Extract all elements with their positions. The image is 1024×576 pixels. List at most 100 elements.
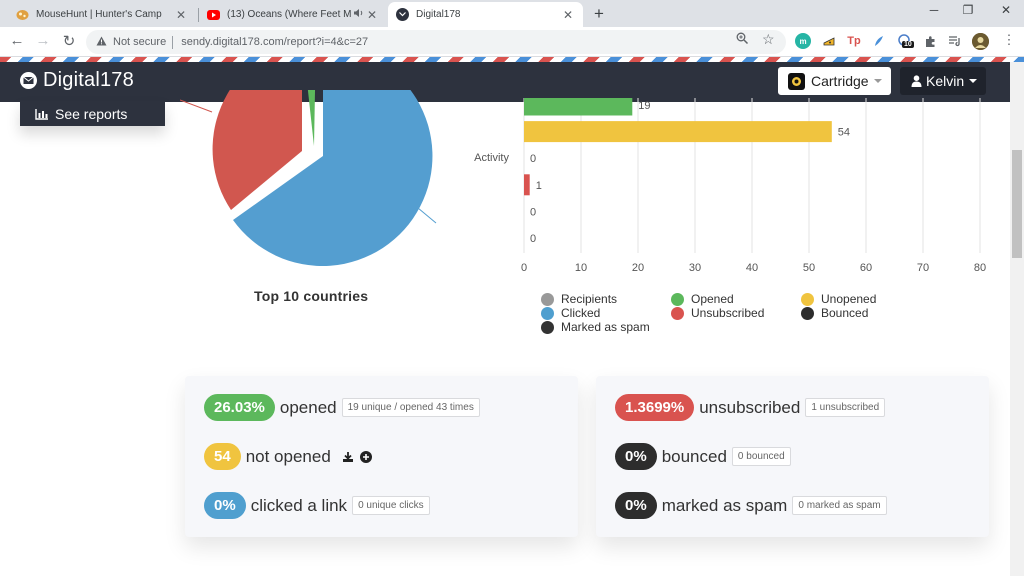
x-tick-label: 40 <box>746 262 758 274</box>
spam-rate-badge[interactable]: 0% <box>615 492 657 519</box>
back-icon[interactable]: ← <box>8 32 26 49</box>
legend-label: Unopened <box>821 292 877 306</box>
brand-switcher-label: Cartridge <box>811 73 869 89</box>
close-tab-icon[interactable]: ✕ <box>174 8 188 22</box>
x-tick-label: 60 <box>860 262 872 274</box>
bookmark-star-icon[interactable]: ☆ <box>762 31 775 48</box>
divider <box>172 35 174 49</box>
address-bar[interactable]: Not secure sendy.digital178.com/report?i… <box>86 30 786 54</box>
user-menu-button[interactable]: Kelvin <box>900 67 986 95</box>
sendy-icon <box>396 8 409 21</box>
mousehunt-icon <box>16 8 29 21</box>
legend-dot <box>801 292 814 306</box>
legend-label: Unsubscribed <box>691 306 765 320</box>
x-tick-label: 50 <box>803 262 815 274</box>
clicked-label: clicked a link <box>250 495 348 515</box>
extension-badge-icon[interactable]: 10 <box>896 33 914 49</box>
bounced-rate-badge[interactable]: 0% <box>615 443 657 470</box>
close-tab-icon[interactable]: ✕ <box>365 8 379 22</box>
sendy-logo-icon <box>20 72 37 89</box>
legend-label: Opened <box>691 292 734 306</box>
chart-x-ticks: 0 10 20 30 40 50 60 70 80 <box>521 262 986 274</box>
legend-dot <box>541 320 554 334</box>
legend-recipients[interactable]: Recipients <box>541 292 617 306</box>
pie-leader-line <box>180 99 213 113</box>
opened-stat: 26.03% opened 19 unique / opened 43 time… <box>204 394 480 421</box>
opened-rate-badge[interactable]: 26.03% <box>204 394 275 421</box>
chevron-down-icon <box>969 79 978 83</box>
x-tick-label: 0 <box>521 262 527 274</box>
extension-m-icon[interactable]: m <box>795 33 811 49</box>
bar-value-label: 19 <box>638 100 650 112</box>
bounced-label: bounced <box>661 446 727 466</box>
spam-stat: 0% marked as spam 0 marked as spam <box>615 492 887 519</box>
browser-menu-icon[interactable]: ⋮ <box>1000 32 1018 48</box>
add-circle-icon[interactable] <box>359 450 372 463</box>
youtube-icon <box>207 8 220 21</box>
extension-cheese-icon[interactable] <box>821 33 837 49</box>
media-control-icon[interactable] <box>947 33 963 49</box>
bar-unsubscribed[interactable] <box>524 174 530 196</box>
close-window-icon[interactable]: ✕ <box>996 3 1016 17</box>
scrollbar-thumb[interactable] <box>1012 150 1022 258</box>
profile-avatar[interactable] <box>972 33 989 50</box>
legend-opened[interactable]: Opened <box>671 292 734 306</box>
speaker-icon[interactable] <box>351 8 365 21</box>
tab-title: (13) Oceans (Where Feet Ma <box>227 9 351 20</box>
clicked-rate-badge[interactable]: 0% <box>204 492 246 519</box>
reload-icon[interactable]: ↻ <box>60 32 78 50</box>
browser-tab-strip: MouseHunt | Hunter's Camp ✕ (13) Oceans … <box>0 0 1024 27</box>
see-reports-label: See reports <box>55 105 128 122</box>
bar-value-label: 54 <box>838 127 850 139</box>
legend-clicked[interactable]: Clicked <box>541 306 600 320</box>
minimize-icon[interactable]: ─ <box>924 3 944 17</box>
bar-opened[interactable] <box>524 98 633 116</box>
chart-bars: 19 54 0 1 0 0 <box>524 98 850 245</box>
security-label: Not secure <box>113 36 167 48</box>
page-scrollbar[interactable] <box>1010 62 1024 576</box>
engagement-stats-card: 26.03% opened 19 unique / opened 43 time… <box>185 376 578 537</box>
legend-dot <box>671 292 684 306</box>
spam-label: marked as spam <box>661 495 788 515</box>
brand-switcher-button[interactable]: Cartridge <box>778 67 891 95</box>
brand-link[interactable]: Digital178 <box>20 69 134 92</box>
legend-unsubscribed[interactable]: Unsubscribed <box>671 306 764 320</box>
see-reports-button[interactable]: See reports <box>20 101 165 126</box>
tab-digital178[interactable]: Digital178 ✕ <box>388 2 583 27</box>
user-icon <box>911 75 922 87</box>
screen: MouseHunt | Hunter's Camp ✕ (13) Oceans … <box>0 0 1024 576</box>
brand-name: Digital178 <box>43 69 134 91</box>
new-tab-icon[interactable]: + <box>590 4 608 24</box>
download-icon[interactable] <box>342 451 354 463</box>
unsubscribed-label: unsubscribed <box>699 397 801 417</box>
clicked-stat: 0% clicked a link 0 unique clicks <box>204 492 430 519</box>
cartridge-logo-icon <box>788 72 805 90</box>
extension-badge: 10 <box>902 41 914 48</box>
unsubscribed-stat: 1.3699% unsubscribed 1 unsubscribed <box>615 394 886 421</box>
pie-slice-green[interactable] <box>302 90 316 146</box>
extensions-puzzle-icon[interactable] <box>922 33 938 49</box>
not-opened-count-badge[interactable]: 54 <box>204 443 241 470</box>
tab-mousehunt[interactable]: MouseHunt | Hunter's Camp ✕ <box>8 2 196 27</box>
legend-label: Recipients <box>561 292 618 306</box>
extension-feather-icon[interactable] <box>871 33 887 49</box>
forward-icon[interactable]: → <box>34 32 52 49</box>
legend-bounced[interactable]: Bounced <box>801 306 868 320</box>
legend-marked-as-spam[interactable]: Marked as spam <box>541 320 650 334</box>
x-tick-label: 80 <box>974 262 986 274</box>
legend-label: Clicked <box>561 306 601 320</box>
zoom-icon[interactable] <box>736 32 749 48</box>
tab-title: MouseHunt | Hunter's Camp <box>36 9 162 20</box>
bar-value-label: 0 <box>530 153 536 165</box>
not-opened-stat: 54 not opened <box>204 443 372 470</box>
extension-tp-icon[interactable]: Tp <box>846 33 862 49</box>
warning-icon <box>96 36 107 49</box>
legend-unopened[interactable]: Unopened <box>801 292 876 306</box>
close-tab-icon[interactable]: ✕ <box>561 8 575 22</box>
bar-unopened[interactable] <box>524 121 832 143</box>
restore-icon[interactable]: ❐ <box>958 3 978 17</box>
unsubscribed-rate-badge[interactable]: 1.3699% <box>615 394 695 421</box>
tab-youtube[interactable]: (13) Oceans (Where Feet Ma ✕ <box>199 2 387 27</box>
spam-note: 0 marked as spam <box>792 496 887 515</box>
user-name: Kelvin <box>926 73 965 89</box>
